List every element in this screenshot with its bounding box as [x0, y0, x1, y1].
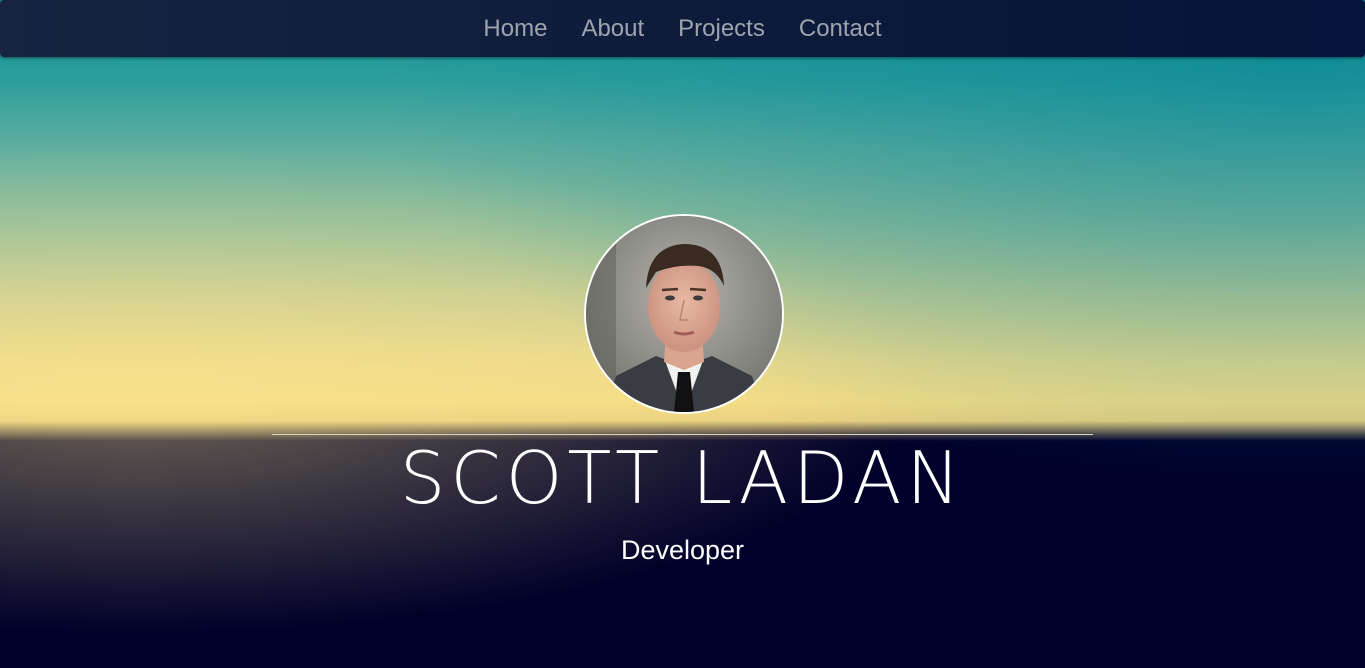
portrait-image	[586, 216, 782, 412]
nav-item-contact: Contact	[782, 15, 899, 43]
hero-role: Developer	[620, 535, 745, 565]
nav-list: Home About Projects Contact	[0, 0, 1365, 57]
page: Home About Projects Contact SCOTT LADAN …	[0, 0, 1365, 668]
nav-item-projects: Projects	[661, 15, 782, 43]
nav-link-home[interactable]: Home	[466, 15, 564, 42]
hero-name: SCOTT LADAN	[399, 436, 966, 520]
nav-item-about: About	[564, 15, 661, 43]
nav-item-home: Home	[466, 15, 564, 43]
nav-link-contact[interactable]: Contact	[782, 15, 899, 42]
nav-link-about[interactable]: About	[564, 15, 661, 42]
navbar: Home About Projects Contact	[0, 0, 1365, 57]
avatar	[584, 214, 784, 414]
name-divider	[272, 434, 1093, 435]
nav-link-projects[interactable]: Projects	[661, 15, 782, 42]
